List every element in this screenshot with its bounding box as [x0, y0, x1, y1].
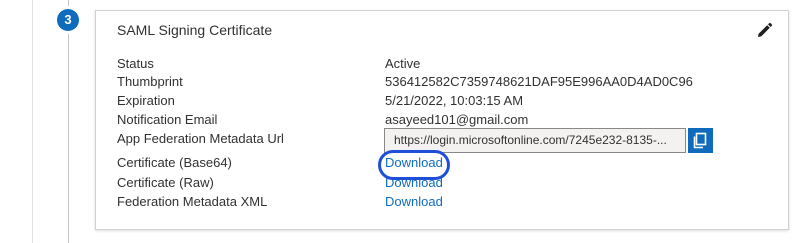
expiration-label: Expiration: [117, 93, 175, 108]
left-guide-line: [32, 0, 33, 243]
thumbprint-value: 536412582C7359748621DAF95E996AA0D4AD0C96: [385, 74, 693, 89]
status-label: Status: [117, 56, 154, 71]
certificate-base64-label: Certificate (Base64): [117, 155, 232, 170]
certificate-base64-download-link[interactable]: Download: [385, 154, 443, 172]
notification-email-value: asayeed101@gmail.com: [385, 112, 529, 127]
status-value: Active: [385, 56, 421, 71]
federation-metadata-xml-download-link[interactable]: Download: [385, 193, 443, 211]
pencil-icon: [754, 21, 774, 41]
copy-icon: [688, 128, 713, 153]
saml-signing-certificate-card: SAML Signing Certificate Status Active T…: [95, 10, 789, 230]
federation-metadata-xml-label: Federation Metadata XML: [117, 194, 268, 209]
certificate-raw-label: Certificate (Raw): [117, 175, 214, 190]
expiration-value: 5/21/2022, 10:03:15 AM: [385, 93, 524, 108]
metadata-url-label: App Federation Metadata Url: [117, 131, 284, 146]
page: 3 SAML Signing Certificate Status Active…: [0, 0, 811, 243]
edit-button[interactable]: [754, 21, 774, 41]
card-title: SAML Signing Certificate: [117, 22, 273, 38]
thumbprint-label: Thumbprint: [117, 74, 183, 89]
notification-email-label: Notification Email: [117, 112, 218, 127]
step-connector-line: [68, 0, 69, 243]
step-number-badge: 3: [57, 9, 79, 31]
copy-url-button[interactable]: [688, 128, 713, 153]
certificate-raw-download-link[interactable]: Download: [385, 174, 443, 192]
metadata-url-field[interactable]: https://login.microsoftonline.com/7245e2…: [384, 128, 686, 153]
